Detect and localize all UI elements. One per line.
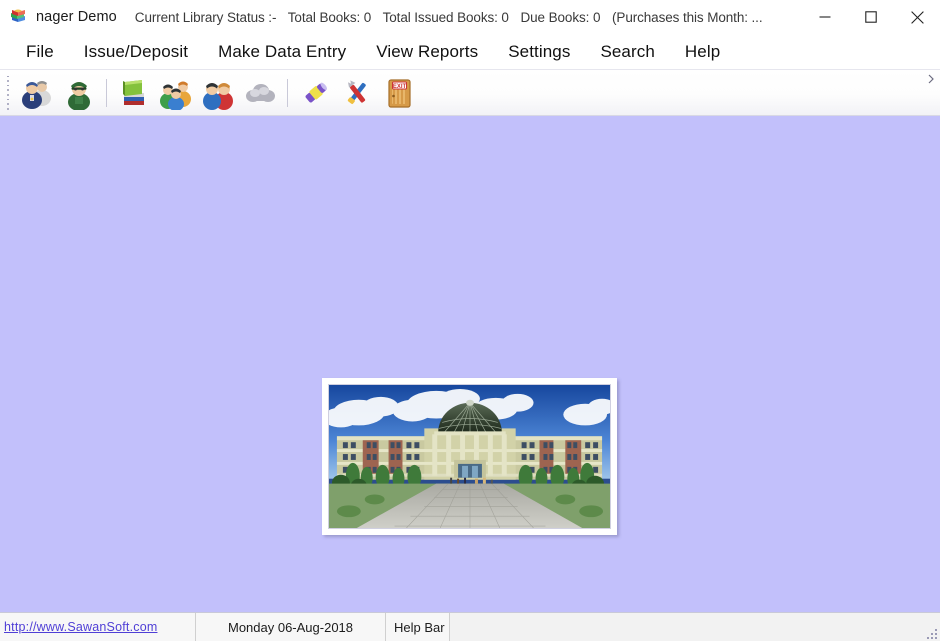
status-prefix: Current Library Status :- bbox=[134, 9, 277, 25]
window-controls bbox=[802, 0, 940, 34]
library-building-photo bbox=[328, 384, 611, 529]
menu-issue-deposit[interactable]: Issue/Deposit bbox=[72, 40, 200, 64]
status-website-panel[interactable]: http://www.SawanSoft.com bbox=[0, 613, 196, 641]
status-total-books: Total Books: 0 bbox=[287, 9, 372, 25]
minimize-icon[interactable] bbox=[802, 0, 848, 34]
status-due-books: Due Books: 0 bbox=[520, 9, 601, 25]
menu-help[interactable]: Help bbox=[673, 40, 732, 64]
menu-search[interactable]: Search bbox=[588, 40, 666, 64]
toolbar-torch-icon[interactable] bbox=[294, 73, 336, 113]
toolbar-tools-icon[interactable] bbox=[336, 73, 378, 113]
close-icon[interactable] bbox=[894, 0, 940, 34]
toolbar: EXIT bbox=[0, 70, 940, 116]
books-icon bbox=[9, 7, 29, 27]
toolbar-separator bbox=[287, 78, 288, 107]
title-bar: nager Demo Current Library Status :- Tot… bbox=[0, 0, 940, 34]
toolbar-officer-icon[interactable] bbox=[58, 73, 100, 113]
menu-file[interactable]: File bbox=[14, 40, 66, 64]
resize-grip-icon[interactable] bbox=[923, 625, 937, 639]
client-area bbox=[0, 116, 940, 612]
menu-bar: File Issue/Deposit Make Data Entry View … bbox=[0, 34, 940, 70]
status-bar: http://www.SawanSoft.com Monday 06-Aug-2… bbox=[0, 612, 940, 641]
menu-view-reports[interactable]: View Reports bbox=[364, 40, 490, 64]
maximize-icon[interactable] bbox=[848, 0, 894, 34]
toolbar-overflow-chevron[interactable] bbox=[925, 72, 937, 112]
status-help-panel: Help Bar bbox=[386, 613, 450, 641]
window-title: nager Demo bbox=[36, 9, 117, 25]
status-filler bbox=[450, 613, 940, 641]
toolbar-separator bbox=[106, 78, 107, 107]
toolbar-staff-icon[interactable] bbox=[16, 73, 58, 113]
menu-settings[interactable]: Settings bbox=[496, 40, 582, 64]
application-window: nager Demo Current Library Status :- Tot… bbox=[0, 0, 940, 641]
status-purchases-this-month: (Purchases this Month: ... bbox=[612, 9, 763, 25]
svg-text:EXIT: EXIT bbox=[393, 83, 407, 89]
toolbar-books-icon[interactable] bbox=[113, 73, 155, 113]
toolbar-drag-grip[interactable] bbox=[3, 75, 13, 110]
toolbar-cloud-icon[interactable] bbox=[239, 73, 281, 113]
toolbar-exit-icon[interactable]: EXIT bbox=[378, 73, 420, 113]
website-link[interactable]: http://www.SawanSoft.com bbox=[4, 620, 157, 634]
status-date-panel: Monday 06-Aug-2018 bbox=[196, 613, 386, 641]
library-building-photo-frame bbox=[322, 378, 617, 535]
library-status-summary: Current Library Status :- Total Books: 0… bbox=[135, 10, 771, 25]
menu-make-data-entry[interactable]: Make Data Entry bbox=[206, 40, 358, 64]
toolbar-members-icon[interactable] bbox=[155, 73, 197, 113]
status-total-issued-books: Total Issued Books: 0 bbox=[382, 9, 509, 25]
toolbar-users-icon[interactable] bbox=[197, 73, 239, 113]
